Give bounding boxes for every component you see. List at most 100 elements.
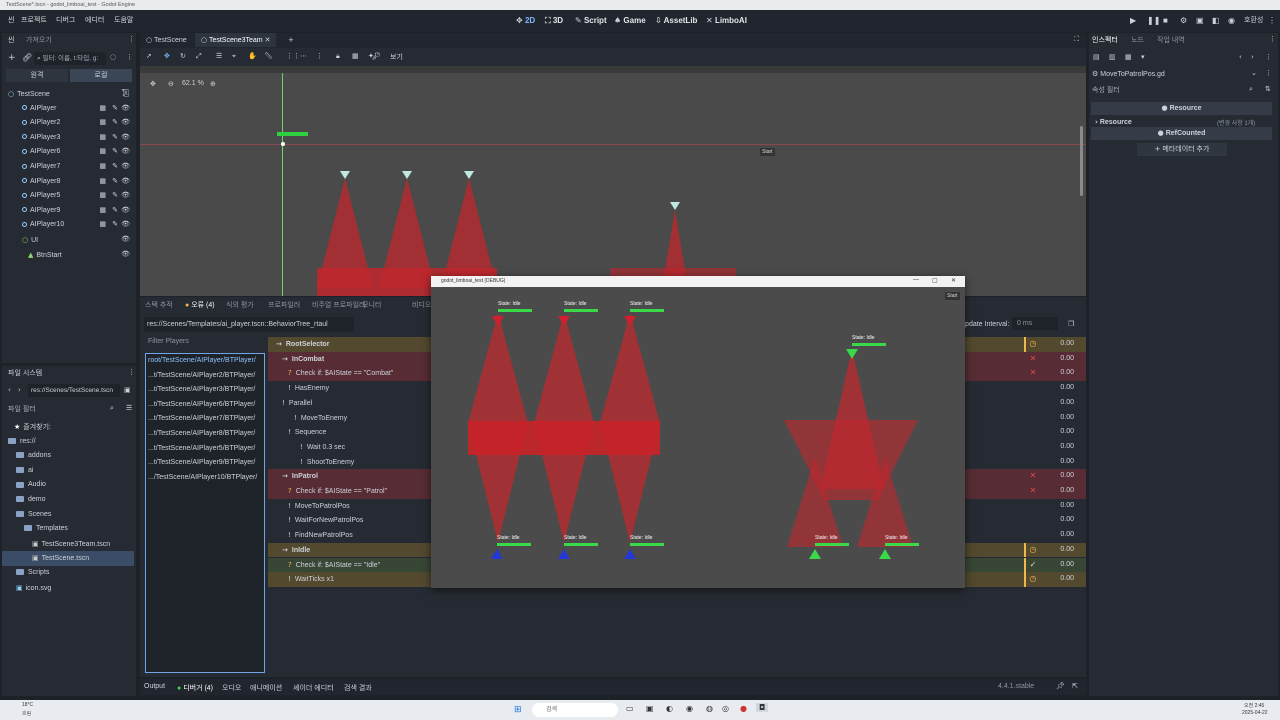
scene-filter-input[interactable]: ⌕ 필터: 이름, t:타입, g: bbox=[34, 52, 106, 65]
filter-players-input[interactable]: Filter Players bbox=[144, 335, 264, 349]
back-icon[interactable]: ‹ bbox=[1239, 53, 1242, 61]
move-tool-icon[interactable]: ✥ bbox=[164, 52, 170, 60]
debugger-tab[interactable]: 식의 평가 bbox=[226, 300, 254, 310]
eye-icon[interactable]: 👁︎ bbox=[121, 218, 130, 233]
eye-icon[interactable]: 👁︎ bbox=[121, 175, 130, 190]
file-tree-item[interactable]: addons bbox=[2, 449, 134, 464]
select-tool-icon[interactable]: ➚ bbox=[146, 52, 152, 60]
play-custom-icon[interactable]: ◧ bbox=[1212, 16, 1222, 26]
file-tree-item[interactable]: res:// bbox=[2, 435, 134, 450]
debugger-tab[interactable]: 모니터 bbox=[362, 300, 381, 310]
script-icon[interactable]: ✎ bbox=[112, 160, 118, 175]
debugger-tab[interactable]: 비디오 bbox=[412, 300, 431, 310]
group-icon[interactable]: ▦ bbox=[99, 131, 106, 146]
workspace-script[interactable]: ✎ Script bbox=[575, 10, 607, 32]
tab-audio[interactable]: 오디오 bbox=[222, 683, 241, 693]
rotate-tool-icon[interactable]: ↻ bbox=[180, 52, 186, 60]
workspace-2d[interactable]: ✥ 2D bbox=[516, 10, 535, 32]
add-metadata-button[interactable]: + 메타데이터 추가 bbox=[1137, 143, 1227, 156]
back-icon[interactable]: ‹ bbox=[8, 386, 11, 394]
save-icon[interactable]: ▦ bbox=[1125, 53, 1132, 61]
dock-menu-icon[interactable]: ⋮ bbox=[1269, 35, 1276, 43]
pivot-icon[interactable]: ⌖ bbox=[232, 52, 236, 61]
new-resource-icon[interactable]: ▤ bbox=[1093, 53, 1100, 61]
start-menu-icon[interactable]: ⊞ bbox=[514, 704, 522, 715]
movie-icon[interactable]: ◉ bbox=[1228, 16, 1238, 26]
group-icon[interactable]: ▦ bbox=[99, 189, 106, 204]
group-icon[interactable]: ▦ bbox=[99, 160, 106, 175]
file-tree-item[interactable]: demo bbox=[2, 493, 134, 508]
menu-debug[interactable]: 디버그 bbox=[56, 10, 75, 32]
dock-icon[interactable]: ❐ bbox=[1068, 320, 1074, 328]
app-icon[interactable]: ◍ bbox=[706, 704, 713, 713]
player-list-item[interactable]: ...t/TestScene/AIPlayer3/BTPlayer/ bbox=[148, 383, 262, 398]
eye-icon[interactable]: 👁︎ bbox=[121, 116, 130, 131]
close-icon[interactable]: ✕ bbox=[951, 277, 956, 284]
edge-icon[interactable]: ◐ bbox=[666, 704, 673, 713]
pan-icon[interactable]: ✋ bbox=[248, 52, 257, 60]
bt-resource-path[interactable]: res://Scenes/Templates/ai_player.tscn::B… bbox=[144, 317, 354, 332]
scene-menu-icon[interactable]: ⋮ bbox=[126, 53, 133, 61]
remote-debug-icon[interactable]: ⚙ bbox=[1180, 16, 1190, 26]
dock-menu-icon[interactable]: ⋮ bbox=[128, 35, 135, 43]
app2-icon[interactable]: ◎ bbox=[722, 704, 729, 713]
scene-tree-item[interactable]: AIPlayer2 ▦ ✎ 👁︎ bbox=[2, 116, 136, 131]
scene-tree-item[interactable]: AIPlayer ▦ ✎ 👁︎ bbox=[2, 102, 136, 117]
godot-icon[interactable]: ◘ bbox=[756, 703, 769, 712]
group-icon[interactable]: ▦ bbox=[99, 116, 106, 131]
scene-tree-item[interactable]: AIPlayer9 ▦ ✎ 👁︎ bbox=[2, 204, 136, 219]
tab-inspector[interactable]: 인스펙터 bbox=[1092, 35, 1118, 45]
taskbar-search[interactable]: 검색 bbox=[532, 703, 618, 717]
list-select-icon[interactable]: ☰ bbox=[216, 52, 222, 60]
eye-icon[interactable]: 👁︎ bbox=[121, 145, 130, 160]
renderer-menu-icon[interactable]: ⋮ bbox=[1268, 16, 1278, 26]
chevron-down-icon[interactable]: ⌄ bbox=[1251, 69, 1257, 77]
group-icon[interactable]: ▦ bbox=[99, 204, 106, 219]
resource-group[interactable]: › Resource bbox=[1095, 118, 1132, 126]
split-mode-icon[interactable]: ▣ bbox=[124, 386, 131, 394]
scene-tree-item[interactable]: AIPlayer7 ▦ ✎ 👁︎ bbox=[2, 160, 136, 175]
stop-icon[interactable]: ■ bbox=[1163, 16, 1173, 26]
scene-tree-item[interactable]: AIPlayer6 ▦ ✎ 👁︎ bbox=[2, 145, 136, 160]
eye-icon[interactable]: 👁︎ bbox=[121, 248, 130, 263]
tab-output[interactable]: Output bbox=[144, 683, 165, 690]
history-icon[interactable]: ⋮ bbox=[1265, 53, 1272, 61]
snap-icon[interactable]: ⋮⋮ bbox=[286, 52, 300, 60]
player-list-item[interactable]: root/TestScene/AIPlayer/BTPlayer/ bbox=[148, 354, 262, 369]
grid-icon[interactable]: ⋯ bbox=[300, 52, 307, 60]
object-menu-icon[interactable]: ⋮ bbox=[1265, 69, 1272, 77]
eye-icon[interactable]: 👁︎ bbox=[121, 189, 130, 204]
scene-tree-item[interactable]: AIPlayer5 ▦ ✎ 👁︎ bbox=[2, 189, 136, 204]
maximize-icon[interactable]: ▢ bbox=[932, 277, 938, 284]
scene-tree-item[interactable]: AIPlayer8 ▦ ✎ 👁︎ bbox=[2, 175, 136, 190]
task-view-icon[interactable]: ▭ bbox=[626, 704, 634, 713]
scene-tree-item[interactable]: ▲ BtnStart 👁︎ bbox=[2, 248, 136, 263]
extra-icon[interactable]: ▾ bbox=[1141, 53, 1145, 61]
chrome-icon[interactable]: ◉ bbox=[686, 704, 693, 713]
expand-icon[interactable]: ⇱ bbox=[1072, 682, 1078, 690]
file-tree-item[interactable]: Scenes bbox=[2, 508, 134, 523]
player-list-item[interactable]: ...t/TestScene/AIPlayer9/BTPlayer/ bbox=[148, 456, 262, 471]
script-icon[interactable]: ✎ bbox=[112, 204, 118, 219]
file-tree-item[interactable]: ▣ TestScene3Team.tscn bbox=[2, 537, 134, 552]
tab-local[interactable]: 로컬 bbox=[70, 69, 132, 82]
play-icon[interactable]: ▶ bbox=[1130, 16, 1140, 26]
forward-icon[interactable]: › bbox=[1251, 53, 1254, 61]
pin-icon[interactable]: 📌︎ bbox=[1056, 682, 1065, 690]
eye-icon[interactable]: 👁︎ bbox=[121, 204, 130, 219]
script-icon[interactable]: ✎ bbox=[112, 189, 118, 204]
open-icon[interactable]: ▥ bbox=[1109, 53, 1116, 61]
debugger-tab[interactable]: 프로파일러 bbox=[268, 300, 300, 310]
filter-scripts-icon[interactable]: ◌ bbox=[110, 53, 116, 61]
property-filter-input[interactable]: 속성 필터 bbox=[1092, 84, 1247, 97]
group-icon[interactable]: ▦ bbox=[99, 218, 106, 233]
file-filter-input[interactable]: 파일 필터 bbox=[8, 404, 36, 414]
resource-selector[interactable]: ⚙ MoveToPatrolPos.gd bbox=[1092, 68, 1262, 81]
file-tree-item[interactable]: ★ 즐겨찾기: bbox=[2, 420, 134, 435]
close-icon[interactable]: ✕ bbox=[265, 33, 271, 47]
group-icon[interactable]: ▦ bbox=[99, 145, 106, 160]
sort-icon[interactable]: ☰ bbox=[126, 404, 132, 412]
tab-shader-editor[interactable]: 셰이더 에디터 bbox=[293, 683, 334, 693]
pause-icon[interactable]: ❚❚ bbox=[1147, 16, 1160, 26]
tab-search-results[interactable]: 검색 결과 bbox=[344, 683, 372, 693]
